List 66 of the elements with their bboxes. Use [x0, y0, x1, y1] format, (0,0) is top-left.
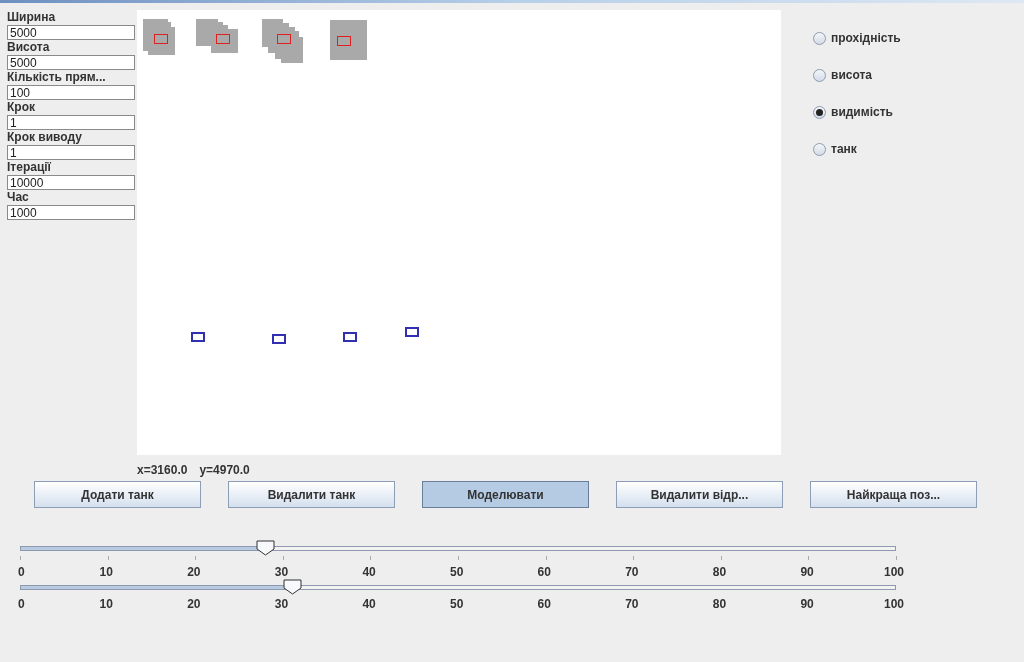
coordinate-label: x=3160.0: [137, 462, 188, 479]
coordinate-label: y=4970.0: [199, 462, 250, 479]
terrain-block: [330, 20, 367, 60]
radio-button[interactable]: [813, 68, 826, 82]
tick-label: 80: [712, 597, 727, 611]
input-field[interactable]: 1000: [7, 205, 135, 220]
tick-label: 40: [362, 565, 376, 579]
input-field[interactable]: 5000: [7, 55, 135, 70]
tick-label: 20: [187, 565, 201, 579]
input-field[interactable]: 5000: [7, 25, 135, 40]
field-label: Кількість прям...: [7, 70, 107, 85]
input-field[interactable]: 1: [7, 115, 135, 130]
tick-label: 100: [884, 565, 905, 579]
tank-marker: [154, 34, 168, 44]
slider-thumb[interactable]: [282, 579, 302, 595]
field-label: Крок: [7, 100, 36, 115]
radio-label: висота: [831, 67, 872, 84]
action-button[interactable]: Видалити танк: [228, 481, 395, 508]
field-label: Ітерації: [7, 160, 52, 175]
slider-track[interactable]: [20, 585, 896, 590]
tick-label: 50: [450, 597, 464, 611]
tick-label: 60: [537, 597, 551, 611]
tick-label: 10: [99, 597, 113, 611]
action-button[interactable]: Видалити відр...: [616, 481, 783, 508]
radio-label: видимість: [831, 104, 893, 121]
tick-label: 20: [187, 597, 201, 611]
tick-label: 50: [450, 565, 464, 579]
radio-label: прохідність: [831, 30, 901, 47]
action-button[interactable]: Додати танк: [34, 481, 201, 508]
tick-label: 10: [99, 565, 113, 579]
radio-button[interactable]: [813, 142, 826, 156]
tick-label: 70: [625, 597, 639, 611]
slider-thumb[interactable]: [256, 540, 276, 556]
slider[interactable]: [20, 540, 896, 556]
tick-label: 60: [537, 565, 551, 579]
action-button[interactable]: Найкраща поз...: [810, 481, 977, 508]
input-field[interactable]: 100: [7, 85, 135, 100]
tick-label: 40: [362, 597, 376, 611]
tick-label: 90: [800, 565, 814, 579]
unit-marker: [191, 332, 205, 342]
unit-marker: [272, 334, 286, 344]
tick-label: 0: [18, 565, 25, 579]
tank-marker: [337, 36, 351, 46]
unit-marker: [343, 332, 357, 342]
tick-label: 70: [625, 565, 639, 579]
tick-label: 80: [712, 565, 727, 579]
field-label: Крок виводу: [7, 130, 83, 145]
tick-label: 0: [18, 597, 25, 611]
tick-label: 30: [274, 597, 289, 611]
radio-button[interactable]: [813, 105, 826, 119]
input-field[interactable]: 1: [7, 145, 135, 160]
unit-marker: [405, 327, 419, 337]
field-label: Висота: [7, 40, 51, 55]
radio-button[interactable]: [813, 31, 826, 45]
field-label: Ширина: [7, 10, 57, 25]
tick-label: 90: [800, 597, 814, 611]
field-label: Час: [7, 190, 30, 205]
tank-marker: [277, 34, 291, 44]
tick-label: 100: [884, 597, 905, 611]
slider[interactable]: [20, 579, 896, 595]
action-button[interactable]: Моделювати: [422, 481, 589, 508]
input-field[interactable]: 10000: [7, 175, 135, 190]
tank-marker: [216, 34, 230, 44]
slider-track[interactable]: [20, 546, 896, 551]
radio-label: танк: [831, 141, 857, 158]
tick-label: 30: [274, 565, 289, 579]
